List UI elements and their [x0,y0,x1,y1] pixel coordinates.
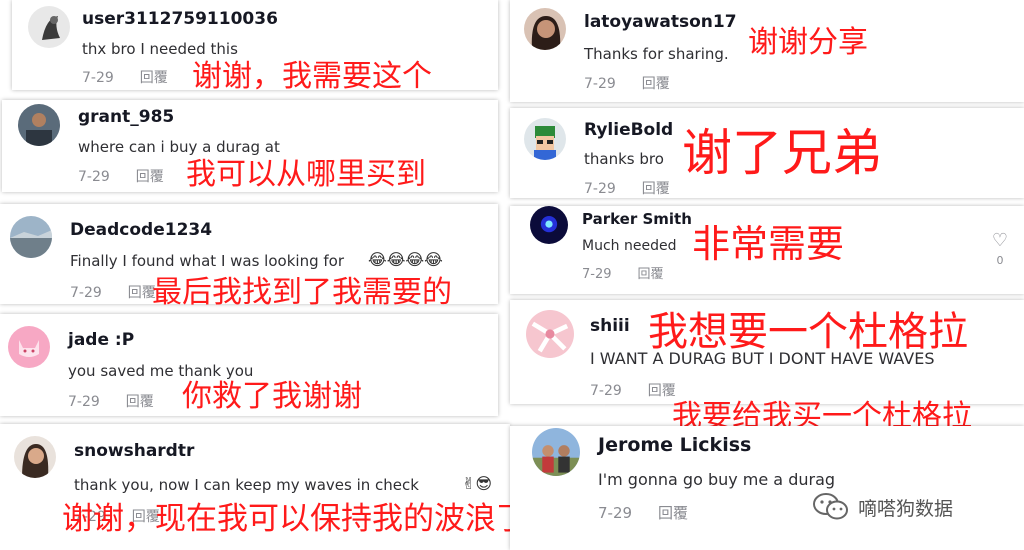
comment-meta: 7-29 回覆 [598,502,688,523]
translation-text: 谢谢，现在我可以保持我的波浪了 [62,501,527,537]
avatar[interactable] [8,326,50,368]
avatar[interactable] [524,118,566,160]
avatar[interactable] [10,216,52,258]
wechat-icon [813,493,848,520]
comment-emoji: ✌😎 [462,474,493,493]
reply-button[interactable]: 回覆 [136,169,164,185]
translation-text: 谢谢分享 [748,25,868,60]
avatar[interactable] [526,310,574,358]
comment-username[interactable]: Parker Smith [582,210,692,228]
comment-text: thank you, now I can keep my waves in ch… [74,476,419,494]
comment-meta: 7-29 回覆 [78,166,164,186]
comment-text: Finally I found what I was looking for [70,252,344,270]
comment-date: 7-29 [590,383,622,399]
comment-date: 7-29 [584,76,616,92]
comment-text: thanks bro [584,150,664,168]
comment-username[interactable]: latoyawatson17 [584,12,737,32]
avatar[interactable] [18,104,60,146]
comment-text: I'm gonna go buy me a durag [598,470,836,489]
avatar[interactable] [524,8,566,50]
comment-username[interactable]: Deadcode1234 [70,220,212,240]
comment-meta: 7-29 回覆 [584,178,670,198]
comment-username[interactable]: jade :P [68,330,134,350]
comment-text: where can i buy a durag at [78,138,280,156]
comment-username[interactable]: snowshardtr [74,441,194,461]
watermark: 嘀嗒狗数据 [812,492,953,522]
reply-button[interactable]: 回覆 [126,394,154,410]
comment-username[interactable]: RylieBold [584,120,673,140]
comment-date: 7-29 [78,169,110,185]
translation-text: 我可以从哪里买到 [186,157,426,192]
reply-button[interactable]: 回覆 [658,504,688,522]
comment-emoji: 😂😂😂😂 [368,250,443,269]
translation-text: 谢了兄弟 [682,124,882,182]
comment-date: 7-29 [582,267,612,282]
comment-username[interactable]: user3112759110036 [82,9,278,29]
reply-button[interactable]: 回覆 [140,70,168,86]
translation-text: 非常需要 [692,222,845,266]
avatar[interactable] [532,428,580,476]
watermark-text: 嘀嗒狗数据 [858,497,954,520]
reply-button[interactable]: 回覆 [642,76,670,92]
comment-date: 7-29 [584,181,616,197]
comment-meta: 7-29 回覆 [584,73,670,93]
comment-username[interactable]: shiii [590,316,630,336]
comment-meta: 7-29 回覆 [70,282,156,302]
comment-text: you saved me thank you [68,362,254,380]
comment-meta: 7-29 回覆 [590,380,676,400]
like-count: 0 [996,254,1004,267]
translation-text: 最后我找到了我需要的 [152,275,452,310]
comment-date: 7-29 [598,504,633,522]
comment-text: Much needed [582,238,677,254]
comment-meta: 7-29 回覆 [68,391,154,411]
comment-username[interactable]: grant_985 [78,107,174,127]
comment-text: thx bro I needed this [82,40,238,58]
heart-outline-icon: ♡ [991,230,1009,251]
reply-button[interactable]: 回覆 [648,383,676,399]
comment-date: 7-29 [82,70,114,86]
translation-text: 我想要一个杜格拉 [648,309,968,355]
comment-meta: 7-29 回覆 [582,263,664,282]
reply-button[interactable]: 回覆 [642,181,670,197]
comment-text: Thanks for sharing. [584,45,729,63]
comment-date: 7-29 [70,285,102,301]
translation-text: 你救了我谢谢 [182,379,362,414]
avatar[interactable] [530,206,568,244]
comment-meta: 7-29 回覆 [82,67,168,87]
comment-username[interactable]: Jerome Lickiss [598,434,751,456]
like-button[interactable]: ♡ 0 [988,230,1012,268]
comment-date: 7-29 [68,394,100,410]
avatar[interactable] [28,6,70,48]
avatar[interactable] [14,436,56,478]
translation-text: 谢谢，我需要这个 [192,59,432,94]
reply-button[interactable]: 回覆 [638,267,664,282]
